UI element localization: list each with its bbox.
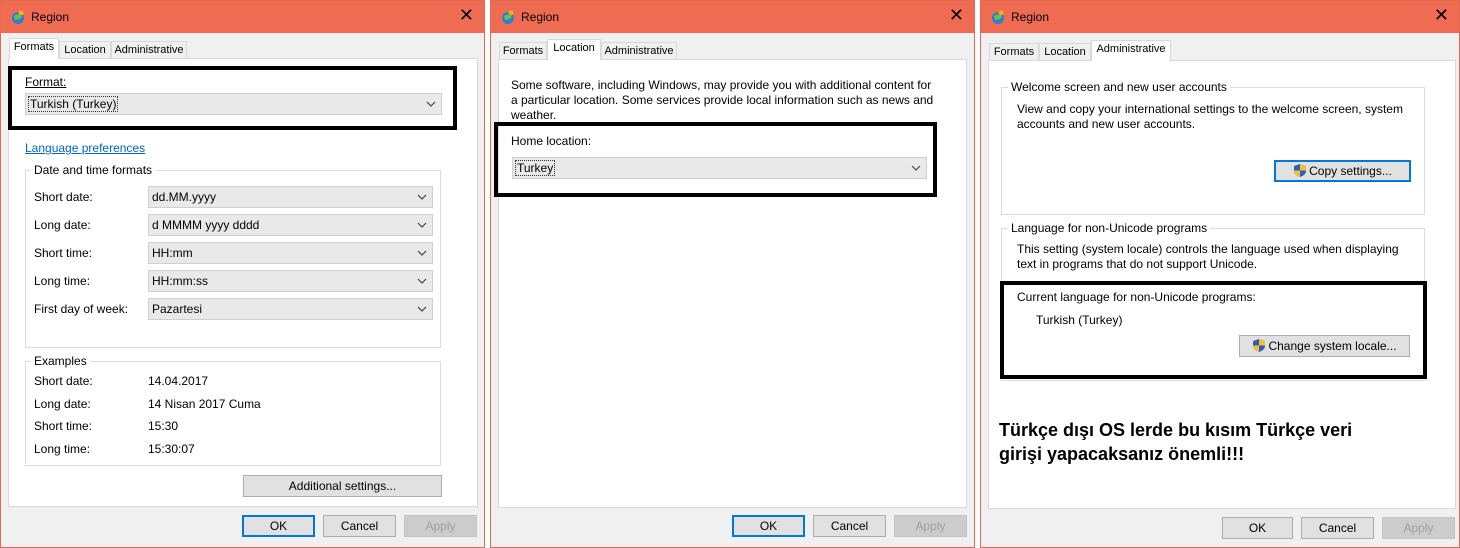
tab-administrative[interactable]: Administrative — [111, 41, 187, 59]
language-preferences-link[interactable]: Language preferences — [25, 141, 145, 155]
copy-settings-button[interactable]: Copy settings... — [1274, 160, 1411, 182]
home-location-highlight-box — [494, 122, 937, 197]
title-bar: Region ✕ — [981, 1, 1459, 33]
cancel-button[interactable]: Cancel — [813, 515, 886, 537]
example-label: Short time: — [34, 419, 93, 433]
chevron-down-icon — [417, 250, 427, 256]
window-title: Region — [31, 10, 70, 24]
chevron-down-icon — [417, 306, 427, 312]
example-value: 15:30 — [148, 419, 179, 433]
long-date-label: Long date: — [34, 218, 91, 232]
region-window-location: Region ✕ Formats Location Administrative… — [490, 0, 975, 548]
apply-button[interactable]: Apply — [404, 515, 477, 537]
example-value: 15:30:07 — [148, 442, 195, 456]
tab-formats[interactable]: Formats — [9, 38, 59, 59]
example-label: Long date: — [34, 397, 91, 411]
chevron-down-icon — [417, 278, 427, 284]
example-label: Long time: — [34, 442, 91, 456]
format-highlight-box — [8, 66, 457, 130]
long-date-dropdown[interactable]: d MMMM yyyy dddd — [148, 214, 433, 236]
close-icon[interactable]: ✕ — [949, 7, 964, 25]
example-label: Short date: — [34, 374, 93, 388]
first-day-dropdown[interactable]: Pazartesi — [148, 298, 433, 320]
apply-button[interactable]: Apply — [894, 515, 967, 537]
welcome-text: View and copy your international setting… — [1017, 102, 1403, 131]
tab-administrative[interactable]: Administrative — [601, 42, 677, 60]
region-globe-icon — [12, 10, 24, 24]
current-language-highlight-box — [1000, 281, 1427, 379]
annotation-text: Türkçe dışı OS lerde bu kısım Türkçe ver… — [999, 420, 1353, 464]
region-window-administrative: Region ✕ Formats Location Administrative… — [980, 0, 1460, 548]
close-icon[interactable]: ✕ — [1434, 7, 1449, 25]
region-globe-icon — [502, 10, 514, 24]
tab-location[interactable]: Location — [59, 41, 111, 59]
window-title: Region — [1011, 10, 1050, 24]
short-date-dropdown[interactable]: dd.MM.yyyy — [148, 186, 433, 208]
tab-formats[interactable]: Formats — [499, 42, 547, 60]
close-icon[interactable]: ✕ — [459, 7, 474, 25]
tab-formats[interactable]: Formats — [989, 43, 1039, 61]
tab-location[interactable]: Location — [1039, 43, 1091, 61]
short-time-dropdown[interactable]: HH:mm — [148, 242, 433, 264]
example-value: 14 Nisan 2017 Cuma — [148, 397, 261, 411]
additional-settings-button[interactable]: Additional settings... — [243, 475, 442, 497]
cancel-button[interactable]: Cancel — [1301, 517, 1374, 539]
first-day-label: First day of week: — [34, 302, 129, 316]
ok-button[interactable]: OK — [1222, 517, 1293, 539]
long-time-dropdown[interactable]: HH:mm:ss — [148, 270, 433, 292]
title-bar: Region ✕ — [491, 1, 974, 33]
welcome-group-title: Welcome screen and new user accounts — [1008, 80, 1230, 94]
short-time-label: Short time: — [34, 246, 93, 260]
nonunicode-text: This setting (system locale) controls th… — [1017, 242, 1399, 271]
ok-button[interactable]: OK — [732, 515, 805, 537]
location-description: Some software, including Windows, may pr… — [511, 78, 934, 122]
chevron-down-icon — [417, 222, 427, 228]
region-globe-icon — [992, 10, 1004, 24]
tab-administrative[interactable]: Administrative — [1091, 40, 1171, 61]
chevron-down-icon — [417, 194, 427, 200]
long-time-label: Long time: — [34, 274, 91, 288]
examples-group-title: Examples — [31, 354, 90, 368]
ok-button[interactable]: OK — [242, 515, 315, 537]
window-title: Region — [521, 10, 560, 24]
nonunicode-group-title: Language for non-Unicode programs — [1008, 221, 1211, 235]
example-value: 14.04.2017 — [148, 374, 209, 388]
title-bar: Region ✕ — [1, 1, 484, 33]
tab-location[interactable]: Location — [547, 39, 601, 60]
cancel-button[interactable]: Cancel — [323, 515, 396, 537]
short-date-label: Short date: — [34, 190, 93, 204]
region-window-formats: Region ✕ Formats Location Administrative… — [0, 0, 485, 548]
uac-shield-icon — [1294, 164, 1307, 177]
apply-button[interactable]: Apply — [1382, 517, 1455, 539]
datetime-group-title: Date and time formats — [31, 163, 156, 177]
